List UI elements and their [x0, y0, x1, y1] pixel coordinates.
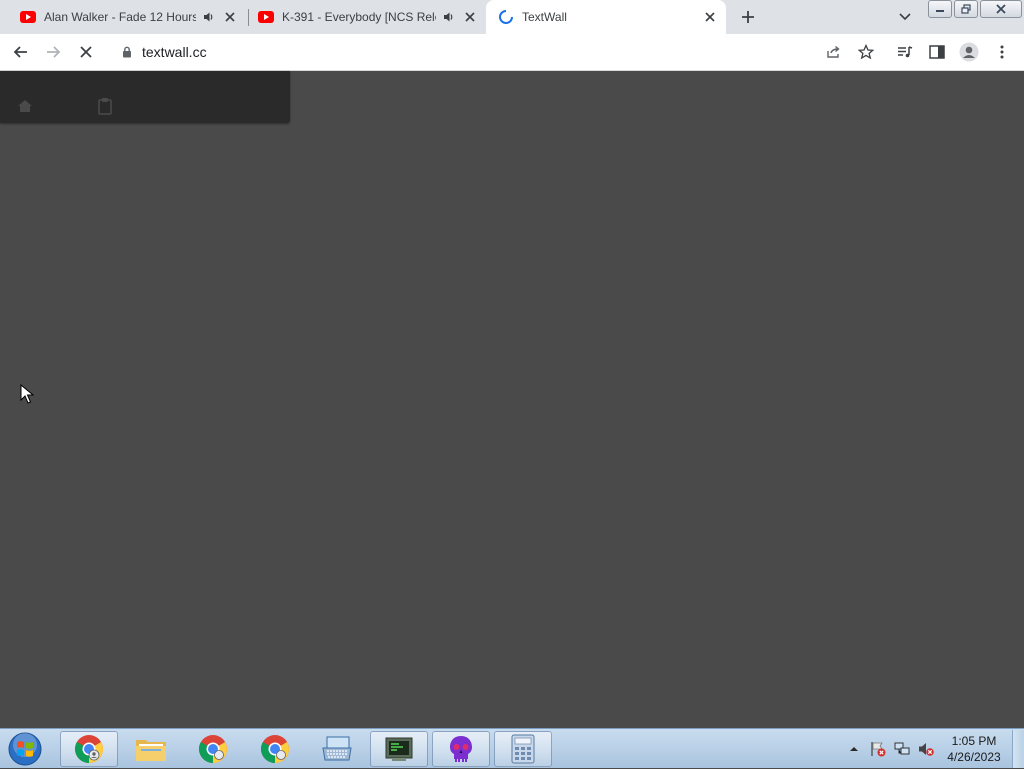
tab-title: K-391 - Everybody [NCS Rele	[282, 10, 436, 24]
forward-button[interactable]	[41, 40, 65, 64]
restore-button[interactable]	[954, 0, 978, 18]
window-close-button[interactable]	[980, 0, 1022, 18]
top-navigation	[0, 71, 290, 123]
address-bar[interactable]: textwall.cc	[110, 38, 888, 66]
start-button[interactable]	[4, 730, 46, 768]
chrome-icon	[75, 735, 103, 763]
tab-search-button[interactable]	[896, 8, 914, 26]
back-button[interactable]	[9, 40, 33, 64]
close-icon[interactable]	[222, 9, 238, 25]
music-queue-icon	[898, 46, 913, 58]
close-icon[interactable]	[462, 9, 478, 25]
chevron-up-icon	[850, 747, 858, 751]
system-tray	[842, 729, 938, 769]
tab-separator	[248, 9, 249, 26]
chevron-down-icon	[899, 13, 911, 21]
media-controls-button[interactable]	[893, 40, 917, 64]
browser-toolbar: textwall.cc	[0, 34, 1024, 71]
new-tab-button[interactable]	[737, 6, 759, 28]
home-icon	[18, 100, 32, 112]
home-button[interactable]	[16, 97, 34, 115]
restore-icon	[961, 4, 971, 14]
youtube-icon	[20, 9, 36, 25]
tab-alan-walker[interactable]: Alan Walker - Fade 12 Hours	[8, 0, 246, 34]
taskbar-chrome-2[interactable]	[184, 731, 242, 767]
star-icon	[858, 44, 874, 60]
show-desktop-button[interactable]	[1012, 730, 1024, 768]
network-icon[interactable]	[893, 740, 911, 758]
more-vertical-icon	[1000, 45, 1004, 59]
avatar-icon	[959, 42, 979, 62]
taskbar-terminal[interactable]	[370, 731, 428, 767]
chrome-icon	[261, 735, 289, 763]
windows-logo-icon	[8, 732, 42, 766]
speaker-icon[interactable]	[202, 10, 216, 24]
action-center-icon[interactable]	[869, 740, 887, 758]
clock-time: 1:05 PM	[951, 734, 997, 748]
tab-strip: Alan Walker - Fade 12 Hours K-391 - Ever…	[0, 0, 1024, 34]
taskbar-skull-app[interactable]	[432, 731, 490, 767]
menu-button[interactable]	[990, 40, 1014, 64]
arrow-right-icon	[47, 46, 61, 58]
show-hidden-icons-button[interactable]	[845, 740, 863, 758]
tab-title: TextWall	[522, 10, 567, 24]
close-icon	[996, 4, 1006, 14]
terminal-icon	[385, 737, 413, 761]
window-controls	[928, 0, 1024, 18]
clipboard-button[interactable]	[96, 97, 114, 115]
url-text: textwall.cc	[142, 44, 207, 60]
share-icon	[827, 45, 840, 58]
skull-icon	[450, 736, 472, 762]
share-button[interactable]	[822, 40, 846, 64]
side-panel-button[interactable]	[925, 40, 949, 64]
minimize-button[interactable]	[928, 0, 952, 18]
close-icon	[80, 46, 92, 58]
plus-icon	[742, 11, 754, 23]
profile-button[interactable]	[957, 40, 981, 64]
lock-icon[interactable]	[120, 45, 134, 59]
calculator-icon	[511, 734, 535, 764]
arrow-left-icon	[13, 46, 27, 58]
taskbar-chrome-3[interactable]	[246, 731, 304, 767]
tab-k391[interactable]: K-391 - Everybody [NCS Rele	[250, 0, 486, 34]
loading-spinner-icon	[498, 9, 514, 25]
file-explorer-icon	[136, 740, 166, 761]
clock-date: 4/26/2023	[947, 750, 1001, 764]
side-panel-icon	[929, 45, 945, 59]
clipboard-icon	[98, 98, 112, 115]
stop-loading-button[interactable]	[74, 40, 98, 64]
taskbar-on-screen-keyboard[interactable]	[308, 731, 366, 767]
close-icon[interactable]	[702, 9, 718, 25]
speaker-icon[interactable]	[442, 10, 456, 24]
page-content	[0, 71, 1024, 728]
volume-muted-icon[interactable]	[917, 740, 935, 758]
bookmark-button[interactable]	[854, 40, 878, 64]
mouse-cursor-icon	[20, 384, 34, 404]
tab-title: Alan Walker - Fade 12 Hours	[44, 10, 196, 24]
on-screen-keyboard-icon	[322, 736, 352, 761]
tab-textwall[interactable]: TextWall	[486, 0, 726, 34]
minimize-icon	[936, 10, 944, 12]
taskbar-clock[interactable]: 1:05 PM 4/26/2023	[938, 733, 1010, 765]
taskbar-calculator[interactable]	[494, 731, 552, 767]
taskbar: 1:05 PM 4/26/2023	[0, 728, 1024, 768]
youtube-icon	[258, 9, 274, 25]
taskbar-file-explorer[interactable]	[122, 731, 180, 767]
taskbar-chrome[interactable]	[60, 731, 118, 767]
chrome-icon	[199, 735, 227, 763]
